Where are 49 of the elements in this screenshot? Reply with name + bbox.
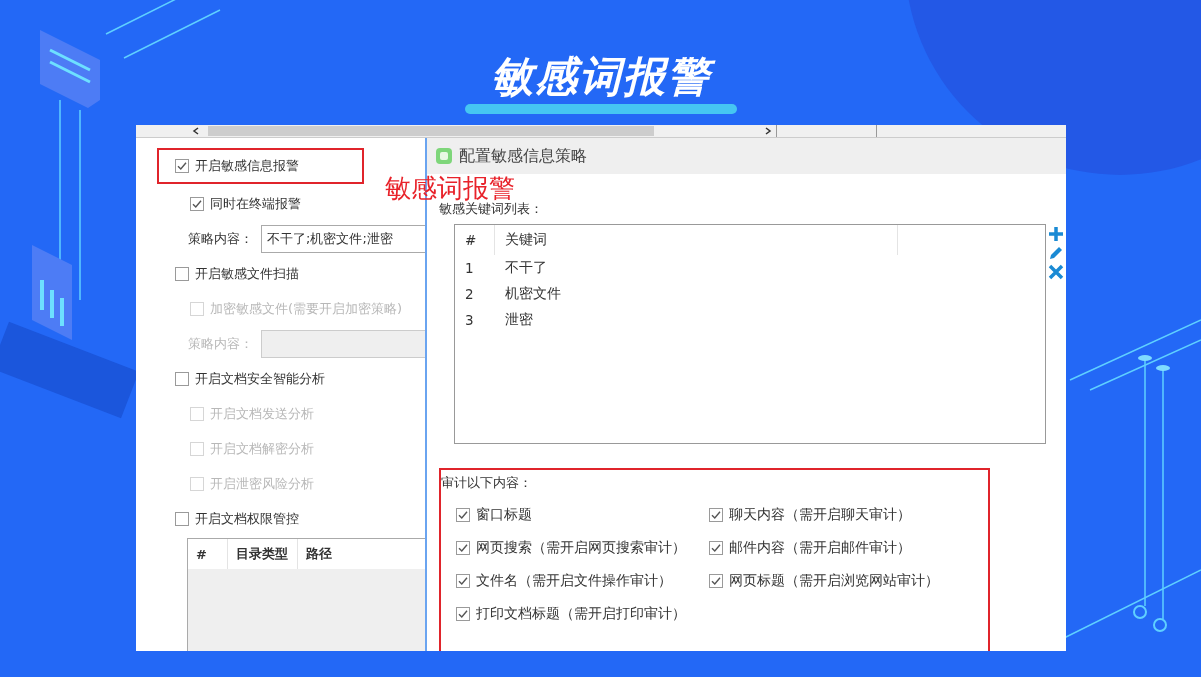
checkbox-label: 开启敏感文件扫描	[195, 264, 299, 283]
column-header[interactable]: 目录类型	[228, 539, 298, 569]
checkbox-label: 开启文档发送分析	[210, 404, 314, 423]
checkbox[interactable]	[709, 508, 723, 522]
checkbox[interactable]	[456, 541, 470, 555]
column-header[interactable]: #	[188, 539, 228, 569]
keyword-cell-text: 泄密	[504, 311, 533, 329]
section-label: 审计以下内容：	[441, 474, 533, 492]
checkbox-label: 窗口标题	[476, 506, 532, 524]
row-number: 1	[464, 260, 475, 276]
checkbox-label: 网页搜索（需开启网页搜索审计）	[476, 539, 686, 557]
dialog-title: 配置敏感信息策略	[459, 145, 587, 167]
checkbox[interactable]	[175, 511, 189, 526]
column-header[interactable]: #	[455, 225, 495, 255]
add-icon[interactable]	[1048, 226, 1064, 242]
list-label: 敏感关键词列表：	[439, 201, 544, 218]
field-label: 策略内容：	[188, 334, 253, 353]
field-label: 策略内容：	[188, 229, 253, 248]
checkbox[interactable]	[456, 574, 470, 588]
checkbox-label: 文件名（需开启文件操作审计）	[476, 572, 672, 590]
slide-title: 敏感词报警	[480, 50, 721, 104]
checkbox[interactable]	[190, 196, 204, 211]
checkbox[interactable]	[709, 574, 723, 588]
keyword-cell-text: 不干了	[504, 259, 547, 277]
checkbox-label: 邮件内容（需开启邮件审计）	[729, 539, 911, 557]
keyword-cell-text: 机密文件	[504, 285, 561, 303]
checkbox-label: 开启泄密风险分析	[210, 474, 314, 493]
checkbox[interactable]	[175, 371, 189, 386]
checkbox-label: 开启文档解密分析	[210, 439, 314, 458]
checkbox[interactable]	[175, 159, 189, 173]
checkbox-label: 加密敏感文件(需要开启加密策略)	[210, 299, 403, 318]
row-number: 3	[464, 312, 475, 328]
checkbox-label: 聊天内容（需开启聊天审计）	[729, 506, 911, 524]
input-field[interactable]: 不干了;机密文件;泄密	[261, 224, 425, 253]
checkbox-label: 同时在终端报警	[210, 194, 301, 213]
checkbox-label: 网页标题（需开启浏览网站审计）	[729, 572, 939, 590]
delete-icon[interactable]	[1048, 264, 1064, 280]
checkbox[interactable]	[709, 541, 723, 555]
checkbox-label: 开启文档安全智能分析	[195, 369, 325, 388]
app-icon	[435, 147, 453, 165]
checkbox-label: 开启敏感信息报警	[195, 157, 299, 175]
checkbox-label: 开启文档权限管控	[195, 509, 299, 528]
column-header[interactable]: 关键词	[495, 225, 898, 255]
checkbox[interactable]	[456, 508, 470, 522]
pencil-icon[interactable]	[1048, 245, 1064, 261]
row-number: 2	[464, 286, 475, 302]
checkbox[interactable]	[456, 607, 470, 621]
checkbox[interactable]	[175, 266, 189, 281]
checkbox-label: 打印文档标题（需开启打印审计）	[476, 605, 686, 623]
